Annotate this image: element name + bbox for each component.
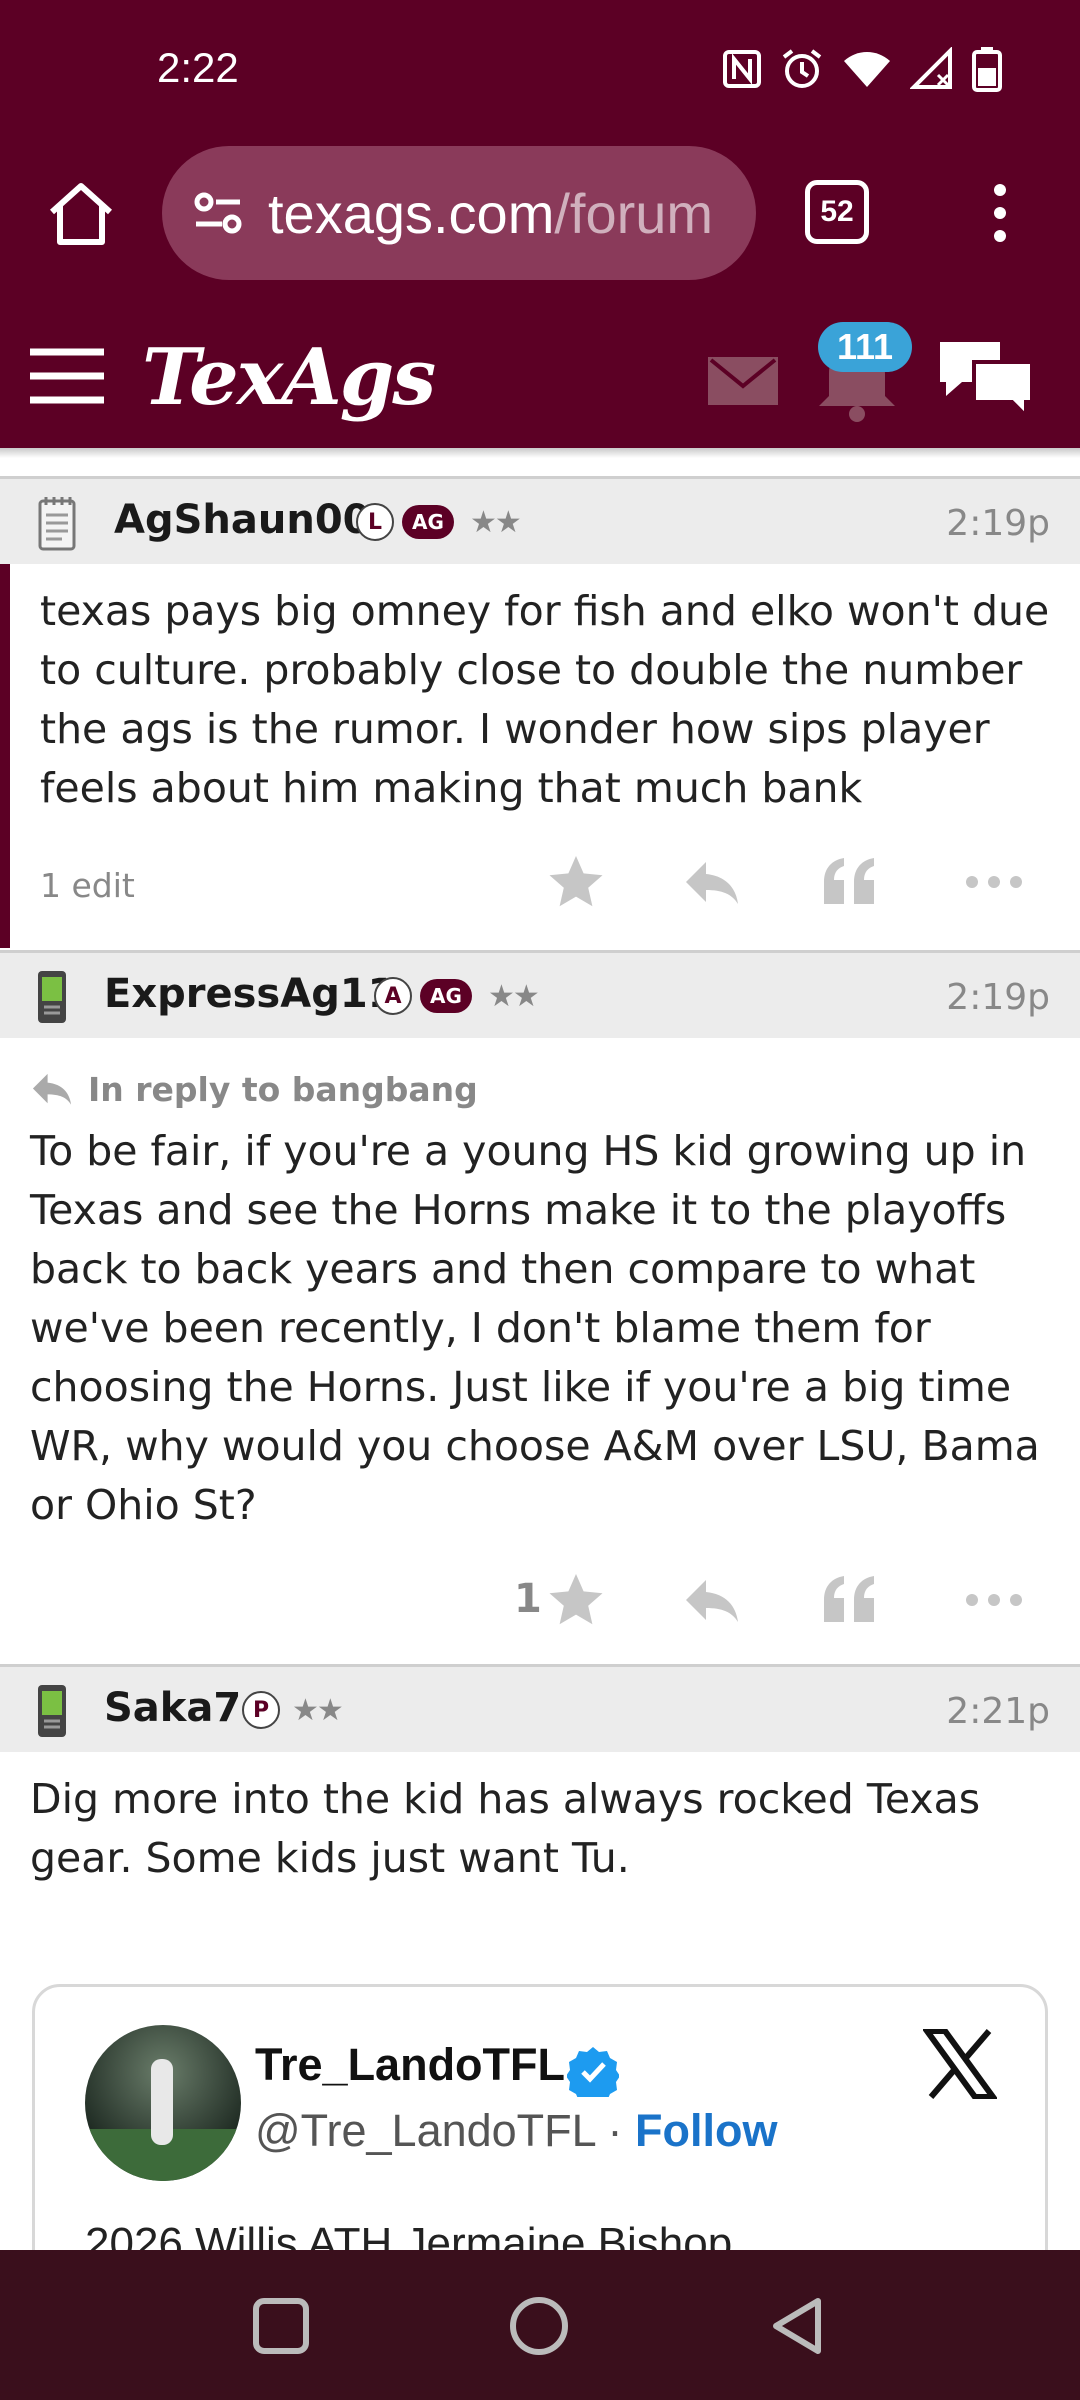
in-reply-to[interactable]: In reply to bangbang	[30, 1070, 478, 1109]
tweet-handle[interactable]: @Tre_LandoTFL ·	[255, 2105, 623, 2157]
x-logo-icon[interactable]	[923, 2029, 997, 2099]
tweet-avatar[interactable]	[85, 2025, 241, 2181]
post-header: Saka7 P ★★ 2:21p	[0, 1664, 1080, 1752]
verified-badge-icon	[567, 2047, 619, 2097]
post-time[interactable]: 2:19p	[946, 977, 1050, 1018]
mail-icon[interactable]	[707, 356, 779, 406]
back-triangle-icon[interactable]	[766, 2295, 828, 2357]
post-time[interactable]: 2:21p	[946, 1691, 1050, 1732]
hamburger-menu-icon[interactable]	[28, 346, 106, 406]
post-actions: 1	[0, 1570, 1080, 1640]
rank-badge: A	[374, 977, 412, 1015]
site-header: TexAgs 111	[0, 300, 1080, 448]
follow-link[interactable]: Follow	[635, 2105, 777, 2157]
reply-icon[interactable]	[682, 1570, 742, 1630]
chat-bubbles-icon[interactable]	[936, 338, 1036, 420]
phone-device-icon	[38, 1685, 66, 1737]
post-body: texas pays big omney for fish and elko w…	[40, 587, 1050, 812]
notepad-device-icon	[38, 497, 76, 551]
quote-icon[interactable]	[820, 852, 880, 912]
post-username[interactable]: Saka7	[104, 1685, 241, 1731]
rank-badge: L	[356, 503, 394, 541]
header-shadow	[0, 448, 1080, 458]
tweet-author-name[interactable]: Tre_LandoTFL	[255, 2039, 565, 2091]
reply-icon[interactable]	[682, 852, 742, 912]
post-username[interactable]: ExpressAg11	[104, 971, 395, 1017]
phone-device-icon	[38, 971, 66, 1023]
user-stars: ★★	[470, 505, 522, 540]
url-path: /forum	[554, 181, 714, 245]
like-count: 1	[514, 1576, 542, 1622]
url-text: texags.com/forum	[268, 181, 713, 246]
more-options-icon[interactable]	[964, 1570, 1024, 1630]
browser-chrome: 2:22 texags.com/forum 52 TexAgs 111	[0, 0, 1080, 450]
site-logo[interactable]: TexAgs	[142, 332, 436, 423]
avatar-figure	[151, 2059, 173, 2145]
user-stars: ★★	[488, 979, 540, 1014]
url-domain: texags.com	[268, 181, 555, 245]
battery-icon	[972, 47, 1002, 92]
signal-icon	[910, 47, 952, 89]
post-actions	[0, 852, 1080, 922]
alarm-icon	[782, 49, 822, 88]
browser-toolbar: texags.com/forum 52	[0, 140, 1080, 290]
tab-switcher-button[interactable]: 52	[805, 180, 869, 244]
ag-badge: AG	[420, 979, 472, 1013]
notification-count-badge: 111	[818, 322, 912, 372]
home-circle-icon[interactable]	[508, 2295, 570, 2357]
more-vert-icon[interactable]	[982, 178, 1018, 248]
star-icon[interactable]	[546, 852, 606, 912]
home-icon[interactable]	[46, 178, 116, 248]
rank-badge: P	[242, 1691, 280, 1729]
status-bar: 2:22	[0, 0, 1080, 140]
ag-badge: AG	[402, 505, 454, 539]
post-header: ExpressAg11 A AG ★★ 2:19p	[0, 950, 1080, 1038]
system-nav-bar	[0, 2250, 1080, 2400]
embedded-tweet[interactable]: Tre_LandoTFL @Tre_LandoTFL · Follow 2026…	[32, 1984, 1048, 2284]
site-settings-icon[interactable]	[190, 185, 246, 241]
reply-arrow-icon	[32, 1073, 72, 1105]
recents-square-icon[interactable]	[250, 2295, 312, 2357]
status-icons	[722, 46, 1002, 92]
status-time: 2:22	[157, 44, 239, 91]
address-bar[interactable]: texags.com/forum	[162, 146, 756, 280]
in-reply-to-text: In reply to bangbang	[88, 1070, 478, 1109]
post-body: To be fair, if you're a young HS kid gro…	[30, 1127, 1040, 1529]
more-options-icon[interactable]	[964, 852, 1024, 912]
wifi-icon	[844, 52, 890, 87]
star-icon[interactable]	[546, 1570, 606, 1630]
post-username[interactable]: AgShaun00	[114, 497, 370, 543]
quote-icon[interactable]	[820, 1570, 880, 1630]
post-body: Dig more into the kid has always rocked …	[30, 1775, 981, 1882]
nfc-icon	[723, 50, 761, 88]
user-stars: ★★	[292, 1693, 344, 1728]
post-time[interactable]: 2:19p	[946, 503, 1050, 544]
post-header: AgShaun00 L AG ★★ 2:19p	[0, 476, 1080, 564]
